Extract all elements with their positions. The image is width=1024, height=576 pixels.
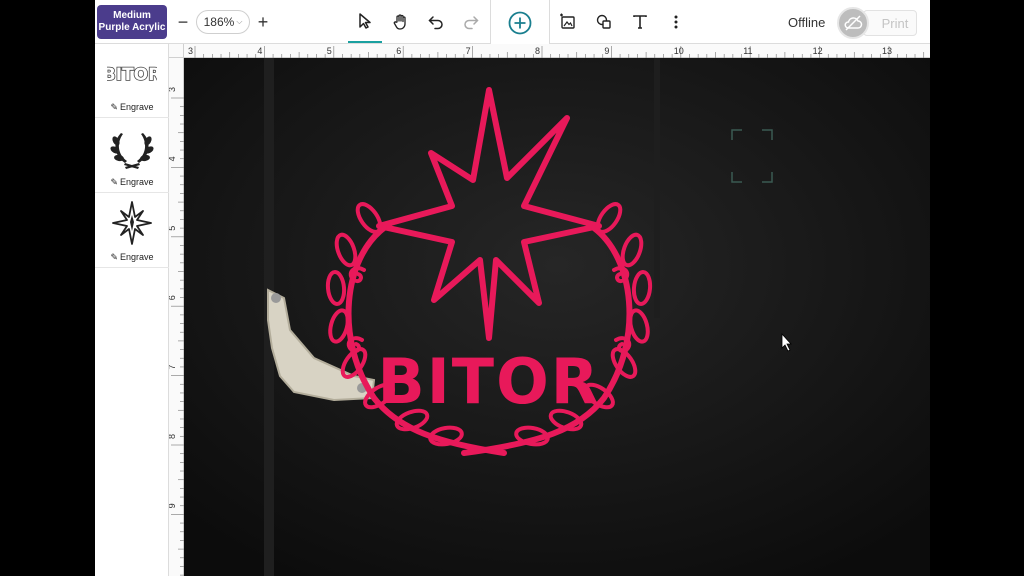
ruler-label: 6 (169, 295, 177, 300)
redo-icon (464, 16, 479, 30)
ruler-label: 9 (169, 503, 177, 508)
image-trace-icon (560, 13, 575, 29)
layer-operation[interactable]: Engrave (120, 177, 154, 187)
layer-item[interactable]: ✎ Engrave (95, 194, 169, 268)
ruler-label: 11 (743, 46, 752, 56)
cloud-status-button[interactable] (837, 7, 869, 39)
zoom-value: 186% (203, 15, 235, 29)
ruler-label: 10 (674, 46, 684, 56)
layer-item[interactable]: ✎ Engrave (95, 119, 169, 193)
ruler-label: 9 (604, 46, 609, 56)
layers-panel: BITOR ✎ Engrave ✎ Engrave ✎ Engrave (95, 44, 169, 576)
select-arrow-icon (359, 12, 371, 29)
material-name-line2: Purple Acrylic (98, 22, 166, 33)
ruler-label: 3 (169, 87, 177, 92)
zoom-in-button[interactable]: + (249, 8, 277, 36)
add-button[interactable] (490, 0, 550, 46)
text-icon (633, 15, 647, 29)
camera-canvas[interactable]: BITOR (184, 58, 930, 576)
ruler-label: 8 (169, 434, 177, 439)
cloud-off-icon (844, 15, 863, 31)
layer-operation[interactable]: Engrave (120, 102, 154, 112)
layer-thumbnail (107, 125, 157, 171)
ruler-label: 5 (169, 226, 177, 231)
layer-thumbnail (107, 200, 157, 246)
print-label: Print (881, 15, 909, 31)
ruler-label: 6 (396, 46, 401, 56)
print-button[interactable]: Print (863, 10, 917, 36)
toolbar: Medium Purple Acrylic − 186% ⌵ + Offline… (95, 0, 930, 46)
select-tool-button[interactable] (348, 0, 382, 43)
offline-status: Offline (788, 15, 826, 30)
pencil-icon: ✎ (110, 102, 118, 112)
ruler-label: 4 (257, 46, 262, 56)
pencil-icon: ✎ (110, 177, 118, 187)
pan-tool-button[interactable] (387, 8, 415, 36)
ruler-top: 3 4 5 6 7 8 9 10 11 12 13 (184, 44, 930, 58)
shapes-button[interactable] (590, 8, 618, 36)
layer-item[interactable]: BITOR ✎ Engrave (95, 44, 169, 118)
redo-button[interactable] (457, 8, 485, 36)
undo-button[interactable] (422, 8, 450, 36)
more-vertical-icon (674, 15, 678, 29)
material-name-line1: Medium (113, 10, 151, 21)
image-trace-button[interactable] (554, 8, 582, 36)
ruler-label: 7 (466, 46, 471, 56)
layer-operation[interactable]: Engrave (120, 252, 154, 262)
app-window: Medium Purple Acrylic − 186% ⌵ + Offline… (95, 0, 930, 576)
more-options-button[interactable] (662, 8, 690, 36)
zoom-out-button[interactable]: − (169, 8, 197, 36)
material-selector-button[interactable]: Medium Purple Acrylic (97, 5, 167, 39)
design-text[interactable]: BITOR (377, 345, 600, 418)
chevron-down-icon: ⌵ (236, 17, 243, 26)
ruler-label: 5 (327, 46, 332, 56)
ruler-label: 13 (882, 46, 892, 56)
ruler-left: 3 4 5 6 7 8 9 (169, 58, 184, 576)
ruler-label: 7 (169, 365, 177, 370)
ruler-label: 8 (535, 46, 540, 56)
background-edge (654, 58, 660, 318)
svg-text:BITOR: BITOR (107, 65, 157, 85)
ruler-corner (169, 44, 184, 58)
undo-icon (428, 16, 443, 30)
shapes-icon (596, 14, 611, 29)
text-tool-button[interactable] (626, 8, 654, 36)
zoom-dropdown[interactable]: 186% ⌵ (196, 10, 250, 34)
add-circle-icon (508, 11, 532, 34)
hand-pan-icon (393, 14, 406, 30)
ruler-label: 4 (169, 156, 177, 161)
ruler-label: 12 (813, 46, 823, 56)
layer-thumbnail: BITOR (107, 50, 157, 96)
pencil-icon: ✎ (110, 252, 118, 262)
ruler-label: 3 (188, 46, 193, 56)
